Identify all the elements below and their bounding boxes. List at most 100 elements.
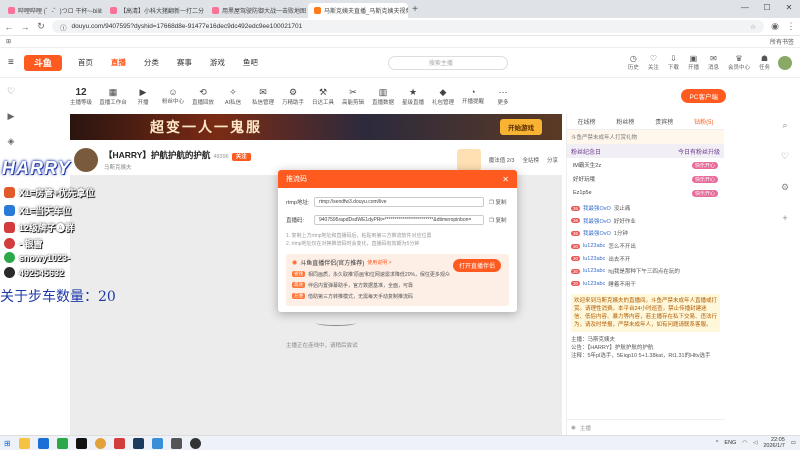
nav-events[interactable]: 赛事 [177, 57, 192, 68]
chat-message[interactable]: 30 lu123abc 出去不开 [571, 252, 720, 265]
windows-start-icon[interactable]: ⊞ [4, 439, 11, 448]
url-field[interactable]: ⓘ douyu.com/9407595?dyshid=17668d8e-9147… [52, 20, 764, 33]
toolbar-item[interactable]: ⚙ 万精助手 [278, 87, 308, 106]
usage-link[interactable]: 使用说明 > [367, 259, 391, 266]
profile-icon[interactable]: ◉ [770, 21, 780, 32]
toolbar-item[interactable]: ◔ 开播提醒 [458, 87, 488, 105]
list-item[interactable]: Ez1p5e 快乐开心 [567, 186, 724, 200]
hamburger-icon[interactable]: ≡ [8, 57, 14, 68]
toolbar-item[interactable]: ⚒ 日达工具 [308, 87, 338, 106]
nav-live[interactable]: 直播 [111, 57, 126, 68]
wifi-icon[interactable]: ◠ [742, 440, 747, 446]
gift-box[interactable] [456, 149, 481, 171]
plus-icon[interactable]: + [782, 213, 787, 223]
nav-yuba[interactable]: 鱼吧 [243, 57, 258, 68]
app-icon[interactable] [56, 437, 68, 449]
language-indicator[interactable]: ENG [724, 440, 736, 446]
bookmark-star-icon[interactable]: ☆ [750, 23, 756, 31]
volume-icon[interactable]: ◁ [753, 440, 757, 446]
tab-vip-rank[interactable]: 贵宾榜 [655, 117, 673, 126]
anchor-level[interactable]: 12 主播等级 [70, 87, 92, 106]
chrome-icon[interactable] [94, 437, 106, 449]
toolbar-item[interactable]: ▦ 直播工作台 [98, 87, 128, 106]
toolbar-item[interactable]: ▶ 开播 [128, 87, 158, 106]
chat-message[interactable]: 30 lu123abc 怎么不开出 [571, 240, 720, 253]
favorite-icon[interactable]: ♡ [781, 151, 789, 162]
toolbar-item[interactable]: ☺ 粉丝中心 [158, 87, 188, 105]
file-explorer-icon[interactable] [18, 437, 30, 449]
chat-input[interactable]: ◉ 主播 [567, 419, 725, 435]
list-item[interactable]: 好好玩哦 快乐开心 [567, 172, 724, 186]
toolbar-item[interactable]: ★ 星级直播 [398, 87, 428, 106]
settings-icon[interactable]: ⚙ [781, 182, 789, 193]
game-ad-banner[interactable]: 超变一人一鬼服 开始游戏 [70, 114, 562, 140]
message-button[interactable]: ✉ 消息 [708, 54, 719, 71]
list-item[interactable]: lM霸天生2z 快乐开心 [567, 158, 724, 172]
follow-button[interactable]: 关注 [231, 153, 251, 161]
browser-tab[interactable]: 哔哩哔哩 (゜-゜)つロ 干杯~-bilibili✕ [2, 3, 102, 18]
chat-message[interactable]: 36 我最强OvO 1分钟 [571, 227, 720, 240]
toolbar-item[interactable]: ✧ AI私信 [218, 87, 248, 106]
tab-fan-rank[interactable]: 粉丝榜 [616, 117, 634, 126]
menu-icon[interactable]: ⋮ [786, 21, 796, 32]
all-bookmarks[interactable]: 所有书签 [770, 37, 794, 46]
follow-button[interactable]: ♡ 关注 [648, 54, 659, 71]
app-icon[interactable] [113, 437, 125, 449]
search-input[interactable]: 搜索主播 [387, 55, 508, 70]
apps-icon[interactable]: ⊞ [6, 38, 11, 45]
download-button[interactable]: ⇩ 下载 [668, 54, 679, 71]
toolbar-item[interactable]: ◆ 礼包管理 [428, 87, 458, 106]
toolbar-item[interactable]: ✂ 高能剪辑 [338, 87, 368, 106]
pc-client-button[interactable]: PC客户端 [681, 89, 726, 103]
chat-message[interactable]: 30 lu123abc 睡着不用干 [571, 278, 720, 291]
mail-icon[interactable] [37, 437, 49, 449]
clock[interactable]: 22:05 2026/1/7 [763, 437, 784, 449]
nav-games[interactable]: 游戏 [210, 57, 225, 68]
streamer-name[interactable]: 马斯克姨夫 [104, 163, 251, 171]
browser-tab[interactable]: 用黑屋驾驶防御大战一击败地图...✕ [206, 3, 306, 18]
maximize-icon[interactable]: ☐ [756, 0, 778, 18]
tab-diamond-fans[interactable]: 钻粉(5) [694, 117, 713, 126]
app-icon[interactable] [151, 437, 163, 449]
nav-category[interactable]: 分类 [144, 57, 159, 68]
rank-button[interactable]: 全站榜 [522, 156, 539, 164]
rtmp-field[interactable]: rtmp://sendfw3.douyu.com/live [314, 197, 484, 207]
sidebar-follow-icon[interactable]: ♡ [7, 86, 15, 97]
toolbar-item[interactable]: ▥ 直播数据 [368, 87, 398, 106]
search-icon[interactable]: ⌕ [782, 120, 787, 131]
chat-message[interactable]: 36 我最强OvO 没止痛 [571, 202, 720, 215]
fan-more-link[interactable]: 今日有粉丝升级 [678, 147, 720, 156]
copy-rtmp-button[interactable]: ❐ 复制 [489, 198, 506, 206]
browser-tab-active[interactable]: 马斯克姨夫直播_马斯克姨夫视频...✕ [308, 3, 408, 18]
copy-key-button[interactable]: ❐ 复制 [489, 216, 506, 224]
stream-key-field[interactable]: 9407595rapdDsdWE1dyPRt=*****************… [314, 215, 484, 225]
sidebar-video-icon[interactable]: ▤ [7, 161, 16, 172]
notification-icon[interactable]: ▭ [791, 440, 796, 446]
chat-message[interactable]: 30 lu123abc hjj我是那种下午三四点在玩的 [571, 265, 720, 278]
sidebar-live-icon[interactable]: ▶ [8, 111, 15, 122]
tray-arrow-icon[interactable]: ^ [716, 440, 719, 446]
site-info-icon[interactable]: ⓘ [60, 22, 67, 32]
app-icon[interactable] [170, 437, 182, 449]
sidebar-game-icon[interactable]: ◈ [8, 136, 15, 147]
toolbar-item[interactable]: ✉ 私信管理 [248, 87, 278, 106]
task-button[interactable]: ☗ 任务 [759, 54, 770, 71]
start-game-button[interactable]: 开始游戏 [500, 119, 542, 135]
open-companion-button[interactable]: 打开直播伴侣 [452, 259, 501, 272]
tab-online-rank[interactable]: 在线榜 [577, 117, 595, 126]
magic-value[interactable]: 魔法值 2/3 [489, 156, 515, 164]
new-tab-button[interactable]: + [408, 3, 422, 18]
close-window-icon[interactable]: ✕ [778, 0, 800, 18]
steam-icon[interactable] [132, 437, 144, 449]
browser-tab[interactable]: 【高清】小科大猪翻新一打二分钟...✕ [104, 3, 204, 18]
douyu-logo[interactable]: 斗鱼 [23, 54, 62, 71]
history-button[interactable]: ◷ 历史 [628, 54, 639, 71]
toolbar-item[interactable]: ⟲ 直播回放 [188, 87, 218, 106]
forward-icon[interactable]: → [20, 22, 30, 32]
share-button[interactable]: 分享 [547, 156, 558, 164]
user-avatar[interactable] [778, 55, 792, 70]
back-icon[interactable]: ← [4, 22, 14, 32]
minimize-icon[interactable]: — [734, 0, 756, 18]
obs-icon[interactable] [189, 437, 201, 449]
reload-icon[interactable]: ↻ [36, 21, 46, 32]
